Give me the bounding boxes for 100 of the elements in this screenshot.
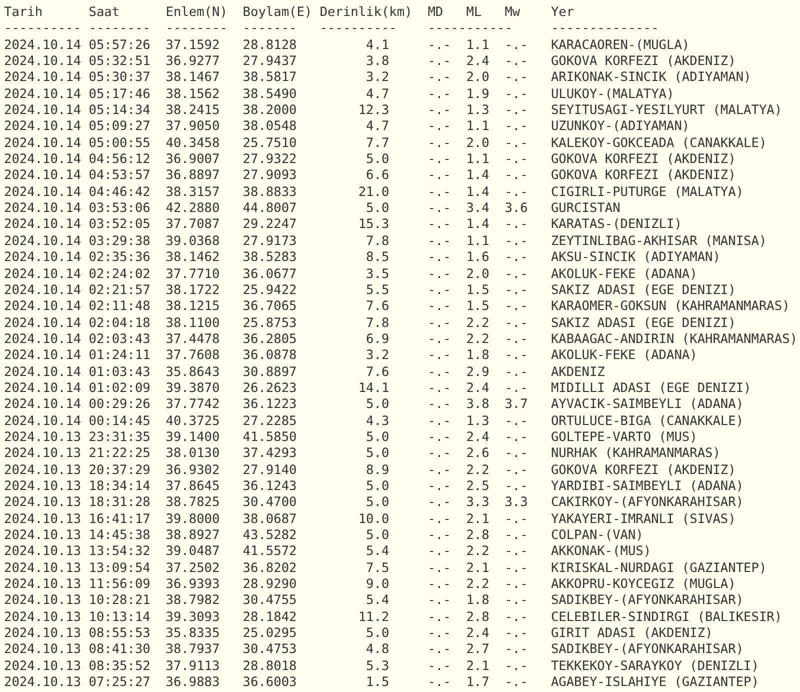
table-cell: 2024.10.13 — [4, 593, 82, 610]
table-cell: 5.0 — [366, 397, 390, 414]
table-cell: 18:31:28 — [88, 495, 150, 512]
table-cell: -.- — [428, 217, 451, 234]
table-cell: 1.4 — [466, 217, 490, 234]
table-cell: 38.7825 — [166, 495, 220, 512]
table-cell: -.- — [428, 478, 451, 496]
table-cell: 2024.10.14 — [4, 70, 82, 87]
table-cell: 29.2247 — [242, 217, 297, 234]
table-cell: -.- — [428, 446, 451, 463]
table-cell: 21.0 — [358, 184, 390, 202]
table-cell: -.- — [428, 626, 451, 642]
table-cell: -.- — [428, 577, 451, 594]
table-cell: 2024.10.14 — [4, 184, 82, 202]
table-cell: -.- — [504, 70, 528, 87]
table-cell: 2.4 — [466, 626, 490, 642]
table-cell: 36.9007 — [166, 152, 220, 168]
table-cell: 37.9050 — [166, 119, 220, 136]
table-cell: 2.0 — [466, 136, 490, 152]
table-cell: KALEKOY-GOKCEADA (CANAKKALE) — [550, 136, 767, 152]
table-cell: 2.2 — [466, 462, 490, 479]
table-cell: -.- — [428, 201, 451, 218]
table-cell: -.- — [504, 577, 528, 594]
table-cell: 5.0 — [366, 446, 390, 463]
table-cell: 39.3093 — [166, 610, 220, 626]
table-cell: 6.9 — [366, 332, 390, 348]
table-cell: 37.7742 — [166, 397, 220, 414]
table-cell: 2.6 — [466, 446, 490, 463]
table-cell: SADIKBEY-(AFYONKARAHISAR) — [550, 593, 744, 610]
table-cell: 1.7 — [466, 675, 490, 692]
table-cell: 39.0487 — [166, 544, 220, 561]
dash-rule: ---------- — [320, 21, 397, 38]
column-header: Derinlik(km) — [320, 5, 412, 22]
table-cell: 2.7 — [466, 642, 490, 659]
table-cell: 2.2 — [466, 316, 490, 332]
column-header: MD — [428, 5, 444, 22]
table-cell: 4.1 — [366, 38, 390, 54]
table-cell: 03:53:06 — [88, 201, 150, 218]
table-cell: AGABEY-ISLAHIYE (GAZIANTEP) — [550, 675, 759, 692]
table-cell: 01:03:43 — [88, 364, 150, 381]
table-cell: ARIKONAK-SINCIK (ADIYAMAN) — [550, 70, 752, 87]
table-cell: 5.0 — [366, 495, 390, 512]
table-cell: 04:53:57 — [88, 168, 150, 185]
table-cell: 1.4 — [466, 168, 490, 185]
table-cell: SEYITUSAGI-YESILYURT (MALATYA) — [550, 103, 782, 120]
table-cell: KARACAOREN-(MUGLA) — [550, 38, 690, 54]
table-cell: -.- — [428, 642, 451, 659]
table-cell: -.- — [428, 593, 451, 610]
table-cell: 11.2 — [358, 610, 390, 626]
table-cell: 28.1842 — [242, 610, 297, 626]
table-cell: 38.7937 — [166, 642, 220, 659]
table-cell: 01:02:09 — [88, 380, 150, 398]
table-cell: 1.9 — [466, 86, 490, 104]
table-cell: CELEBILER-SINDIRGI (BALIKESIR) — [550, 610, 782, 626]
table-cell: 3.5 — [366, 266, 390, 283]
table-cell: 2.2 — [466, 332, 490, 348]
table-cell: SAKIZ ADASI (EGE DENIZI) — [550, 316, 736, 332]
table-cell: 00:14:45 — [88, 414, 150, 430]
table-cell: 35.8643 — [166, 364, 220, 381]
table-cell: 3.2 — [366, 348, 390, 365]
dash-rule: ----------- — [428, 21, 512, 38]
table-cell: 27.9140 — [242, 462, 297, 479]
table-cell: 39.3870 — [166, 380, 220, 398]
table-cell: 38.1562 — [166, 86, 220, 104]
table-cell: 05:57:26 — [88, 38, 150, 54]
table-cell: 2.0 — [466, 70, 490, 87]
table-cell: 28.8018 — [242, 658, 297, 676]
table-cell: 02:35:36 — [88, 250, 150, 266]
table-cell: 2024.10.14 — [4, 86, 82, 104]
table-cell: 2024.10.14 — [4, 414, 82, 430]
table-cell: -.- — [504, 430, 528, 446]
table-cell: 36.1223 — [242, 397, 297, 414]
table-cell: -.- — [504, 446, 528, 463]
table-cell: -.- — [504, 610, 528, 626]
table-cell: 1.1 — [466, 234, 490, 250]
table-cell: 3.7 — [504, 397, 528, 414]
table-cell: -.- — [428, 397, 451, 414]
table-cell: 36.9883 — [166, 675, 220, 692]
table-cell: -.- — [504, 478, 528, 496]
table-cell: 36.9277 — [166, 54, 220, 70]
table-cell: AKOLUK-FEKE (ADANA) — [550, 348, 698, 365]
table-cell: -.- — [428, 528, 451, 544]
table-cell: 3.3 — [466, 495, 490, 512]
table-cell: -.- — [428, 380, 451, 398]
table-cell: 5.0 — [366, 430, 390, 446]
table-cell: 21:22:25 — [88, 446, 150, 463]
table-cell: 37.7710 — [166, 266, 220, 283]
table-cell: -.- — [428, 414, 451, 430]
table-cell: 23:31:35 — [88, 430, 150, 446]
table-cell: 36.7065 — [242, 299, 297, 316]
dash-rule: -------------- — [550, 21, 659, 38]
table-cell: SAKIZ ADASI (EGE DENIZI) — [550, 282, 736, 300]
table-cell: 1.3 — [466, 103, 490, 120]
table-cell: 3.2 — [366, 70, 390, 87]
table-cell: 2024.10.14 — [4, 316, 82, 332]
table-cell: -.- — [504, 560, 528, 578]
table-cell: 2024.10.13 — [4, 577, 82, 594]
table-cell: 2.5 — [466, 478, 490, 496]
table-cell: 13:09:54 — [88, 560, 150, 578]
table-cell: ZEYTINLIBAG-AKHISAR (MANISA) — [550, 234, 767, 250]
